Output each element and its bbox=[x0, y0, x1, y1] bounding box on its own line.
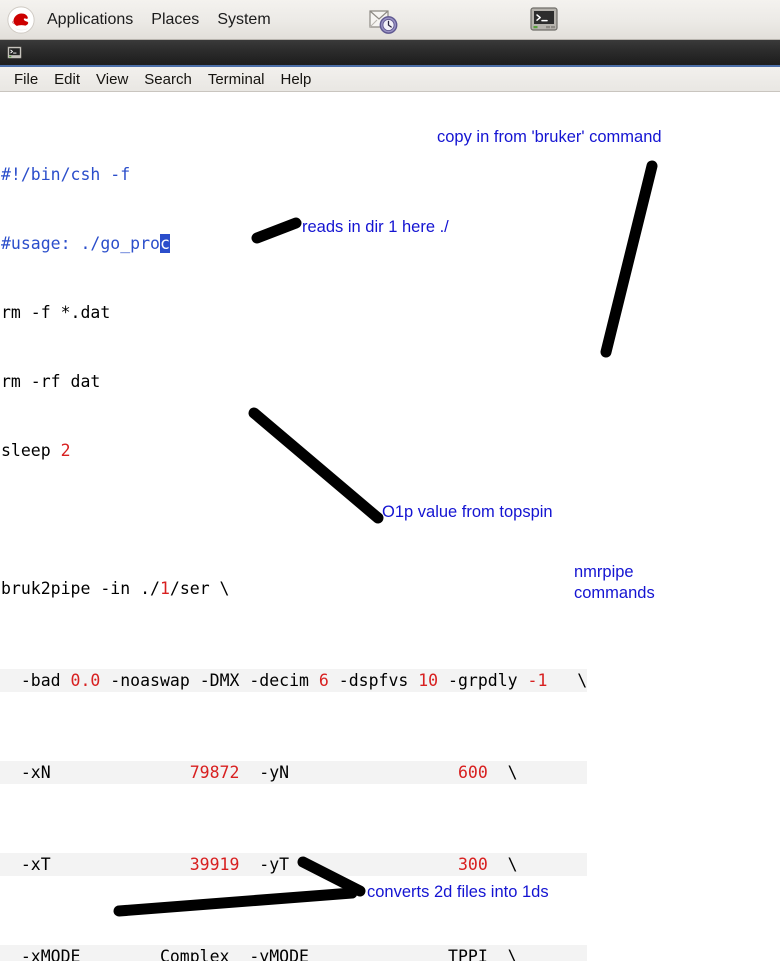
titlebar-terminal-icon bbox=[6, 44, 23, 61]
menu-terminal[interactable]: Terminal bbox=[200, 69, 273, 90]
code-token: \ bbox=[487, 763, 518, 782]
code-line: -bad 0.0 -noaswap -DMX -decim 6 -dspfvs … bbox=[0, 669, 588, 692]
annotation-o1p: O1p value from topspin bbox=[382, 503, 553, 521]
code-token: -bad bbox=[1, 671, 71, 690]
script-source: #!/bin/csh -f #usage: ./go_proc rm -f *.… bbox=[0, 94, 588, 961]
code-line: -xN 79872 -yN 600 \ bbox=[0, 761, 588, 784]
code-token: 300 bbox=[457, 855, 488, 874]
menu-search[interactable]: Search bbox=[136, 69, 200, 90]
menu-file[interactable]: File bbox=[6, 69, 46, 90]
redhat-logo-svg bbox=[7, 5, 35, 34]
menu-view[interactable]: View bbox=[88, 69, 136, 90]
code-token: 10 bbox=[418, 671, 439, 690]
code-line: sleep 2 bbox=[0, 439, 587, 462]
terminal-window: File Edit View Search Terminal Help #!/b… bbox=[0, 40, 780, 961]
redhat-logo-icon[interactable] bbox=[6, 5, 38, 35]
code-token: -grpdly bbox=[438, 671, 528, 690]
code-token: 0.0 bbox=[70, 671, 101, 690]
terminal-launcher-icon[interactable] bbox=[528, 4, 560, 41]
menu-edit[interactable]: Edit bbox=[46, 69, 88, 90]
code-line: #!/bin/csh -f bbox=[0, 163, 587, 186]
code-token: 600 bbox=[457, 763, 488, 782]
code-token: -xT bbox=[1, 855, 190, 874]
code-token: -yT bbox=[239, 855, 458, 874]
code-token: rm -rf dat bbox=[1, 372, 101, 391]
window-titlebar[interactable] bbox=[0, 40, 780, 67]
annotation-reads-dir: reads in dir 1 here ./ bbox=[302, 218, 449, 236]
terminal-launcher-icon-svg bbox=[530, 7, 558, 31]
code-token: 2 bbox=[60, 441, 71, 460]
code-token: -dspfvs bbox=[328, 671, 419, 690]
code-line: rm -rf dat bbox=[0, 370, 587, 393]
code-token: #!/bin/csh -f bbox=[1, 165, 131, 184]
annotation-converts: converts 2d files into 1ds bbox=[367, 883, 549, 901]
code-line: rm -f *.dat bbox=[0, 301, 587, 324]
mail-clock-applet-icon[interactable] bbox=[366, 4, 400, 43]
code-token: /ser \ bbox=[169, 579, 230, 598]
panel-menu-applications[interactable]: Applications bbox=[38, 8, 142, 32]
code-line: #usage: ./go_proc bbox=[0, 232, 587, 255]
window-menubar: File Edit View Search Terminal Help bbox=[0, 67, 780, 92]
code-line: -xT 39919 -yT 300 \ bbox=[0, 853, 588, 876]
code-token: 1 bbox=[159, 579, 170, 598]
menu-help[interactable]: Help bbox=[273, 69, 320, 90]
code-token: \ bbox=[547, 671, 588, 690]
annotation-nmrpipe-line1: nmrpipe bbox=[574, 563, 634, 581]
code-token: sleep bbox=[1, 441, 61, 460]
mail-clock-icon-svg bbox=[369, 10, 398, 34]
panel-menu-group: Applications Places System bbox=[0, 5, 280, 35]
panel-menu-places[interactable]: Places bbox=[142, 8, 208, 32]
code-token: -xMODE Complex -yMODE TPPI \ bbox=[1, 947, 518, 961]
code-line: bruk2pipe -in ./1/ser \ bbox=[0, 577, 587, 600]
code-token: 79872 bbox=[189, 763, 240, 782]
code-token: rm -f *.dat bbox=[1, 303, 111, 322]
code-token: #usage: ./go_pro bbox=[1, 234, 160, 253]
annotation-bruker: copy in from 'bruker' command bbox=[437, 128, 662, 146]
annotation-nmrpipe-commands: nmrpipe commands bbox=[574, 562, 655, 604]
annotation-nmrpipe-line2: commands bbox=[574, 584, 655, 602]
code-token: -1 bbox=[527, 671, 548, 690]
text-cursor: c bbox=[159, 234, 170, 253]
panel-menu-system[interactable]: System bbox=[208, 8, 279, 32]
code-token: \ bbox=[487, 855, 518, 874]
code-token: 6 bbox=[318, 671, 329, 690]
code-token: 39919 bbox=[189, 855, 240, 874]
code-line: -xMODE Complex -yMODE TPPI \ bbox=[0, 945, 588, 961]
gnome-top-panel: Applications Places System bbox=[0, 0, 780, 40]
titlebar-terminal-icon-svg bbox=[7, 46, 22, 59]
code-token: -noaswap -DMX -decim bbox=[100, 671, 319, 690]
code-token: -yN bbox=[239, 763, 458, 782]
code-token: bruk2pipe -in ./ bbox=[1, 579, 160, 598]
code-token: -xN bbox=[1, 763, 190, 782]
